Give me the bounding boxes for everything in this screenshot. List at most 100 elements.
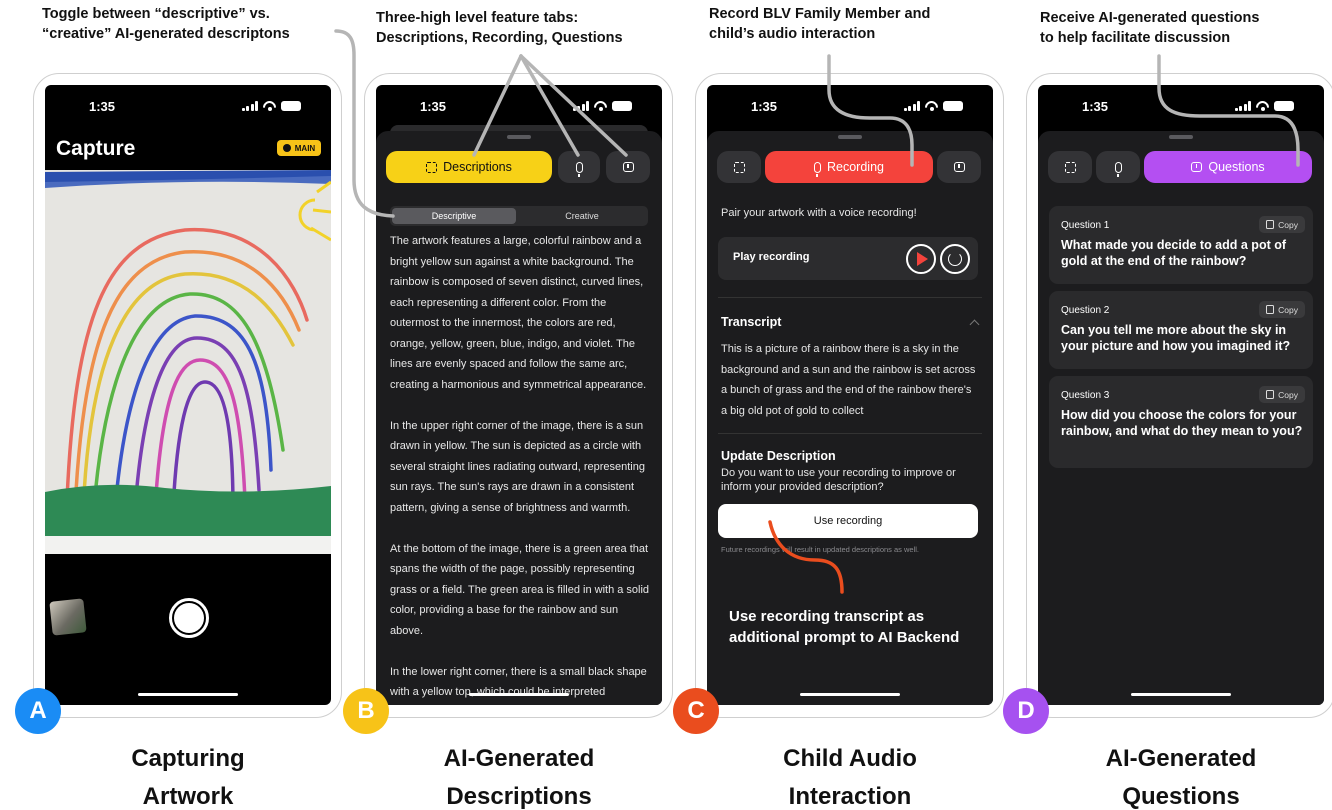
status-icons	[1234, 101, 1294, 111]
copy-label: Copy	[1278, 389, 1298, 400]
tab-descriptions[interactable]	[717, 151, 761, 183]
wifi-icon	[263, 101, 276, 111]
tab-descriptions[interactable]	[1048, 151, 1092, 183]
question-text: What made you decide to add a pot of gol…	[1061, 238, 1287, 268]
use-recording-label: Use recording	[813, 515, 883, 527]
screen-capture: 1:35 Capture MAIN	[45, 85, 331, 705]
home-indicator	[1131, 693, 1231, 696]
question-label: Question 1	[1061, 220, 1110, 231]
copy-label: Copy	[1278, 304, 1298, 315]
scan-icon	[426, 161, 438, 173]
tab-recording[interactable]	[558, 151, 600, 183]
question-bubble-icon	[622, 162, 634, 172]
battery-icon	[943, 101, 963, 111]
divider	[718, 297, 982, 298]
tab-recording[interactable]	[1096, 151, 1140, 183]
scan-icon	[733, 161, 745, 173]
battery-icon	[612, 101, 632, 111]
microphone-icon	[814, 161, 821, 177]
bottom-sheet: Descriptions Descriptive Creative The ar…	[376, 131, 662, 705]
mode-badge-label: MAIN	[294, 143, 316, 153]
question-text: How did you choose the colors for your r…	[1061, 408, 1303, 438]
description-style-toggle: Descriptive Creative	[390, 206, 648, 226]
camera-preview	[45, 170, 331, 554]
annotation-questions: Receive AI-generated questions to help f…	[1040, 10, 1260, 46]
copy-button[interactable]: Copy	[1259, 301, 1305, 318]
question-card: Question 1 Copy What made you decide to …	[1049, 206, 1313, 284]
feature-tabs: Questions	[1048, 151, 1314, 183]
bottom-sheet: Questions Question 1 Copy What made you …	[1038, 131, 1324, 705]
status-time: 1:35	[751, 99, 778, 114]
shutter-button[interactable]	[169, 598, 209, 638]
play-recording-label: Play recording	[733, 251, 810, 263]
toggle-descriptive[interactable]: Descriptive	[392, 208, 516, 224]
home-indicator	[800, 693, 900, 696]
mode-badge[interactable]: MAIN	[277, 140, 321, 156]
question-bubble-icon	[953, 162, 965, 172]
toggle-descriptive-label: Descriptive	[431, 211, 477, 221]
status-time: 1:35	[89, 99, 116, 114]
badge-c: C	[673, 688, 719, 734]
badge-d: D	[1003, 688, 1049, 734]
transcript-text: This is a picture of a rainbow there is …	[721, 343, 976, 417]
chevron-up-icon[interactable]	[969, 319, 980, 330]
status-icons	[241, 101, 301, 111]
home-indicator	[138, 693, 238, 696]
signal-icon	[241, 101, 258, 111]
microphone-icon	[575, 161, 583, 177]
question-card: Question 2 Copy Can you tell me more abo…	[1049, 291, 1313, 369]
question-label: Question 3	[1061, 390, 1110, 401]
question-text: Can you tell me more about the sky in yo…	[1061, 323, 1291, 353]
use-recording-button[interactable]: Use recording	[718, 504, 978, 538]
caption-child-audio: Child Audio Interaction	[783, 745, 917, 810]
scan-icon	[1064, 161, 1076, 173]
play-recording-row[interactable]: Play recording	[718, 237, 978, 280]
replay-button[interactable]	[940, 244, 970, 274]
play-icon	[917, 252, 928, 266]
tab-questions[interactable]	[937, 151, 981, 183]
recording-intro: Pair your artwork with a voice recording…	[721, 207, 917, 219]
annotation-tabs: Three-high level feature tabs: Descripti…	[376, 10, 623, 46]
transcript-heading: Transcript	[721, 315, 782, 329]
signal-icon	[572, 101, 589, 111]
update-description-text: Do you want to use your recording to imp…	[721, 467, 956, 493]
status-icons	[572, 101, 632, 111]
tab-recording-label: Recording	[827, 160, 884, 174]
capture-title: Capture	[56, 137, 136, 160]
wifi-icon	[1256, 101, 1269, 111]
caption-capturing-artwork: Capturing Artwork	[131, 745, 245, 810]
copy-icon	[1266, 390, 1275, 399]
signal-icon	[1234, 101, 1251, 111]
annotation-use-transcript: Use recording transcript as additional p…	[729, 608, 960, 646]
tab-questions-label: Questions	[1208, 160, 1265, 174]
screen-questions: 1:35 Questions Question 1 Copy What made…	[1038, 85, 1324, 705]
feature-tabs: Descriptions	[386, 151, 652, 183]
question-label: Question 2	[1061, 305, 1110, 316]
tab-questions[interactable]: Questions	[1144, 151, 1312, 183]
replay-icon	[948, 252, 962, 266]
question-card: Question 3 Copy How did you choose the c…	[1049, 376, 1313, 468]
status-time: 1:35	[420, 99, 447, 114]
sheet-grabber[interactable]	[507, 135, 531, 139]
recording-footnote: Future recordings will result in updated…	[721, 545, 920, 554]
toggle-creative[interactable]: Creative	[518, 208, 646, 224]
copy-button[interactable]: Copy	[1259, 216, 1305, 233]
tab-descriptions[interactable]: Descriptions	[386, 151, 552, 183]
signal-icon	[903, 101, 920, 111]
home-indicator	[469, 693, 569, 696]
sheet-grabber[interactable]	[1169, 135, 1193, 139]
caption-ai-descriptions: AI-Generated Descriptions	[443, 745, 595, 810]
question-bubble-icon	[1191, 162, 1203, 172]
description-paragraph: In the upper right corner of the image, …	[390, 419, 645, 514]
tab-recording[interactable]: Recording	[765, 151, 933, 183]
sheet-grabber[interactable]	[838, 135, 862, 139]
tab-questions[interactable]	[606, 151, 650, 183]
divider	[718, 433, 982, 434]
annotation-record: Record BLV Family Member and child’s aud…	[709, 6, 931, 42]
description-paragraph: At the bottom of the image, there is a g…	[390, 542, 650, 637]
play-button[interactable]	[906, 244, 936, 274]
photo-library-thumbnail[interactable]	[49, 598, 87, 636]
status-icons	[903, 101, 963, 111]
wifi-icon	[594, 101, 607, 111]
copy-button[interactable]: Copy	[1259, 386, 1305, 403]
